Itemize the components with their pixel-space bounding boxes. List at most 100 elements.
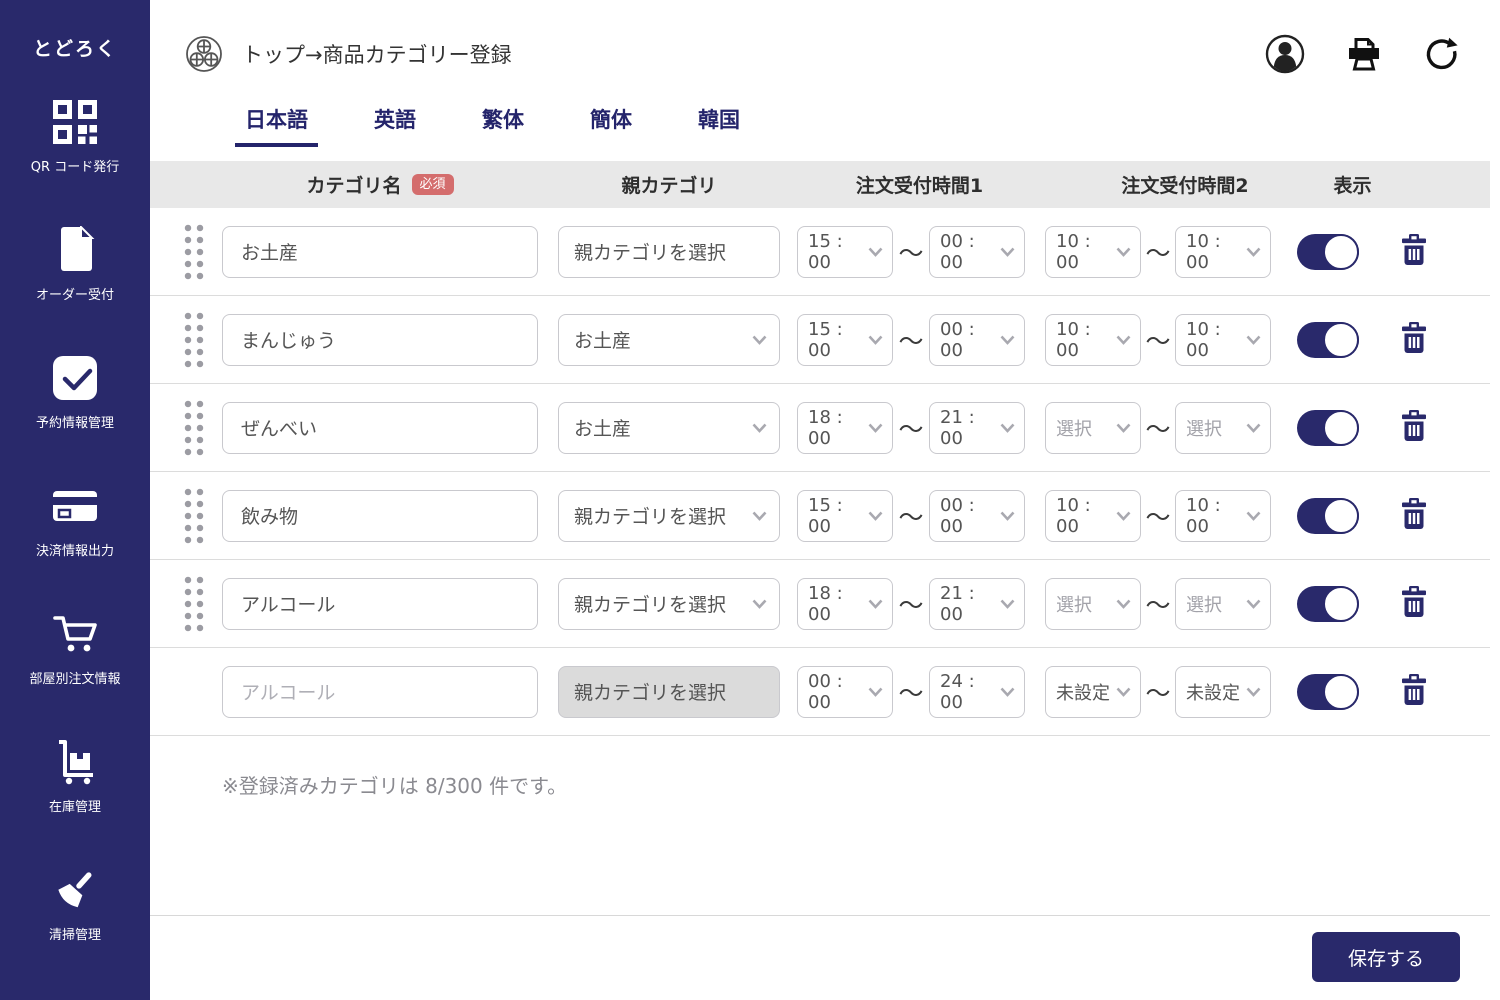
delete-button[interactable] bbox=[1399, 673, 1429, 710]
printer-icon[interactable] bbox=[1345, 36, 1383, 73]
parent-category-select[interactable]: 親カテゴリを選択 bbox=[558, 489, 780, 542]
sidebar-nav: QR コード発行 オーダー受付 予約情報管理 決済情報出力 部屋別注文情報 在庫… bbox=[0, 97, 150, 993]
tab-language[interactable]: 繁体 bbox=[472, 104, 534, 147]
display-toggle[interactable] bbox=[1297, 409, 1359, 446]
time1-from-select[interactable]: 15 : 00 bbox=[797, 489, 893, 542]
time1-from-select[interactable]: 15 : 00 bbox=[797, 225, 893, 278]
sidebar-item-label: 予約情報管理 bbox=[35, 416, 114, 431]
tab-language[interactable]: 日本語 bbox=[235, 104, 318, 147]
display-toggle[interactable] bbox=[1297, 585, 1359, 622]
time1-from-select[interactable]: 18 : 00 bbox=[797, 401, 893, 454]
display-toggle[interactable] bbox=[1297, 233, 1359, 270]
toggle-knob bbox=[1323, 497, 1359, 534]
time2-from-select[interactable]: 10 : 00 bbox=[1045, 225, 1141, 278]
drag-handle[interactable] bbox=[182, 485, 206, 546]
breadcrumb: トップ→商品カテゴリー登録 bbox=[242, 43, 512, 67]
sidebar-item[interactable]: 部屋別注文情報 bbox=[29, 609, 121, 687]
parent-category-select[interactable]: 親カテゴリを選択 bbox=[558, 225, 780, 278]
sidebar-item-label: 部屋別注文情報 bbox=[29, 672, 121, 687]
category-name-input[interactable]: まんじゅう bbox=[222, 313, 538, 366]
time2-from-select[interactable]: 選択 bbox=[1045, 401, 1141, 454]
sidebar-item[interactable]: オーダー受付 bbox=[36, 225, 114, 303]
sidebar-item[interactable]: 予約情報管理 bbox=[36, 353, 114, 431]
parent-category-select[interactable]: 親カテゴリを選択 bbox=[558, 577, 780, 630]
display-toggle[interactable] bbox=[1297, 497, 1359, 534]
category-name-input[interactable]: 飲み物 bbox=[222, 489, 538, 542]
sidebar-item[interactable]: 清掃管理 bbox=[49, 865, 101, 943]
tilde-separator: 〜 bbox=[1145, 238, 1171, 268]
time2-from-select[interactable]: 10 : 00 bbox=[1045, 313, 1141, 366]
column-order-time-1: 注文受付時間1 bbox=[855, 175, 984, 197]
parent-category-select[interactable]: 親カテゴリを選択 bbox=[558, 665, 780, 718]
time1-to-select[interactable]: 21 : 00 bbox=[929, 401, 1025, 454]
sidebar-item[interactable]: 決済情報出力 bbox=[36, 481, 114, 559]
category-name-input[interactable]: アルコール bbox=[222, 577, 538, 630]
time1-from-select[interactable]: 00 : 00 bbox=[797, 665, 893, 718]
trash-icon bbox=[1399, 497, 1429, 534]
qr-icon bbox=[51, 97, 99, 147]
time1-to-select[interactable]: 00 : 00 bbox=[929, 313, 1025, 366]
time2-to-select[interactable]: 10 : 00 bbox=[1175, 225, 1271, 278]
drag-handle[interactable] bbox=[182, 397, 206, 458]
parent-category-select[interactable]: お土産 bbox=[558, 313, 780, 366]
time1-to-select[interactable]: 24 : 00 bbox=[929, 665, 1025, 718]
tilde-separator: 〜 bbox=[1145, 590, 1171, 620]
delete-button[interactable] bbox=[1399, 233, 1429, 270]
time1-to-select[interactable]: 00 : 00 bbox=[929, 489, 1025, 542]
delete-button[interactable] bbox=[1399, 497, 1429, 534]
time2-to-select[interactable]: 未設定 bbox=[1175, 665, 1271, 718]
display-toggle[interactable] bbox=[1297, 673, 1359, 710]
tilde-separator: 〜 bbox=[1145, 502, 1171, 532]
topbar-icons bbox=[1265, 34, 1460, 74]
time2-from-select[interactable]: 選択 bbox=[1045, 577, 1141, 630]
trash-icon bbox=[1399, 673, 1429, 710]
toggle-knob bbox=[1323, 585, 1359, 622]
time2-to-select[interactable]: 選択 bbox=[1175, 401, 1271, 454]
sidebar-item-label: オーダー受付 bbox=[35, 288, 114, 303]
table-header: カテゴリ名 必須 親カテゴリ 注文受付時間1 注文受付時間2 表示 bbox=[150, 161, 1490, 208]
category-name-input[interactable]: アルコール bbox=[222, 665, 538, 718]
delete-button[interactable] bbox=[1399, 321, 1429, 358]
brand-crest-icon bbox=[184, 34, 224, 74]
category-name-input[interactable]: お土産 bbox=[222, 225, 538, 278]
table-row: まんじゅう お土産 15 : 00 〜 00 : 00 10 : 00 〜 10 : 00 bbox=[150, 296, 1490, 384]
tilde-separator: 〜 bbox=[1145, 326, 1171, 356]
registered-count-note: ※登録済みカテゴリは 8/300 件です。 bbox=[222, 774, 568, 798]
drag-handle[interactable] bbox=[182, 573, 206, 634]
tab-language[interactable]: 韓国 bbox=[688, 104, 750, 147]
document-icon bbox=[54, 225, 96, 275]
display-toggle[interactable] bbox=[1297, 321, 1359, 358]
toggle-knob bbox=[1323, 321, 1359, 358]
time2-to-select[interactable]: 10 : 00 bbox=[1175, 489, 1271, 542]
refresh-icon[interactable] bbox=[1423, 36, 1460, 73]
app-logo-text[interactable]: とどろく bbox=[33, 34, 117, 61]
time1-to-select[interactable]: 00 : 00 bbox=[929, 225, 1025, 278]
time1-from-select[interactable]: 18 : 00 bbox=[797, 577, 893, 630]
language-tabs: 日本語 英語 繁体 簡体 韓国 bbox=[235, 104, 1500, 147]
column-parent-category: 親カテゴリ bbox=[621, 175, 717, 197]
delete-button[interactable] bbox=[1399, 585, 1429, 622]
tab-language[interactable]: 簡体 bbox=[580, 104, 642, 147]
required-badge: 必須 bbox=[411, 174, 454, 195]
sidebar-item[interactable]: QR コード発行 bbox=[31, 97, 119, 175]
delete-button[interactable] bbox=[1399, 409, 1429, 446]
time2-from-select[interactable]: 10 : 00 bbox=[1045, 489, 1141, 542]
parent-category-select[interactable]: お土産 bbox=[558, 401, 780, 454]
drag-handle[interactable] bbox=[182, 221, 206, 282]
tilde-separator: 〜 bbox=[898, 502, 924, 532]
time1-to-select[interactable]: 21 : 00 bbox=[929, 577, 1025, 630]
toggle-knob bbox=[1323, 233, 1359, 270]
drag-handle[interactable] bbox=[182, 309, 206, 370]
check-icon bbox=[52, 353, 98, 403]
category-name-input[interactable]: ぜんべい bbox=[222, 401, 538, 454]
tilde-separator: 〜 bbox=[898, 590, 924, 620]
time2-from-select[interactable]: 未設定 bbox=[1045, 665, 1141, 718]
user-avatar-icon[interactable] bbox=[1265, 34, 1305, 74]
stock-icon bbox=[51, 737, 99, 787]
time1-from-select[interactable]: 15 : 00 bbox=[797, 313, 893, 366]
tab-language[interactable]: 英語 bbox=[364, 104, 426, 147]
sidebar-item[interactable]: 在庫管理 bbox=[49, 737, 101, 815]
save-button[interactable]: 保存する bbox=[1312, 932, 1460, 982]
time2-to-select[interactable]: 選択 bbox=[1175, 577, 1271, 630]
time2-to-select[interactable]: 10 : 00 bbox=[1175, 313, 1271, 366]
